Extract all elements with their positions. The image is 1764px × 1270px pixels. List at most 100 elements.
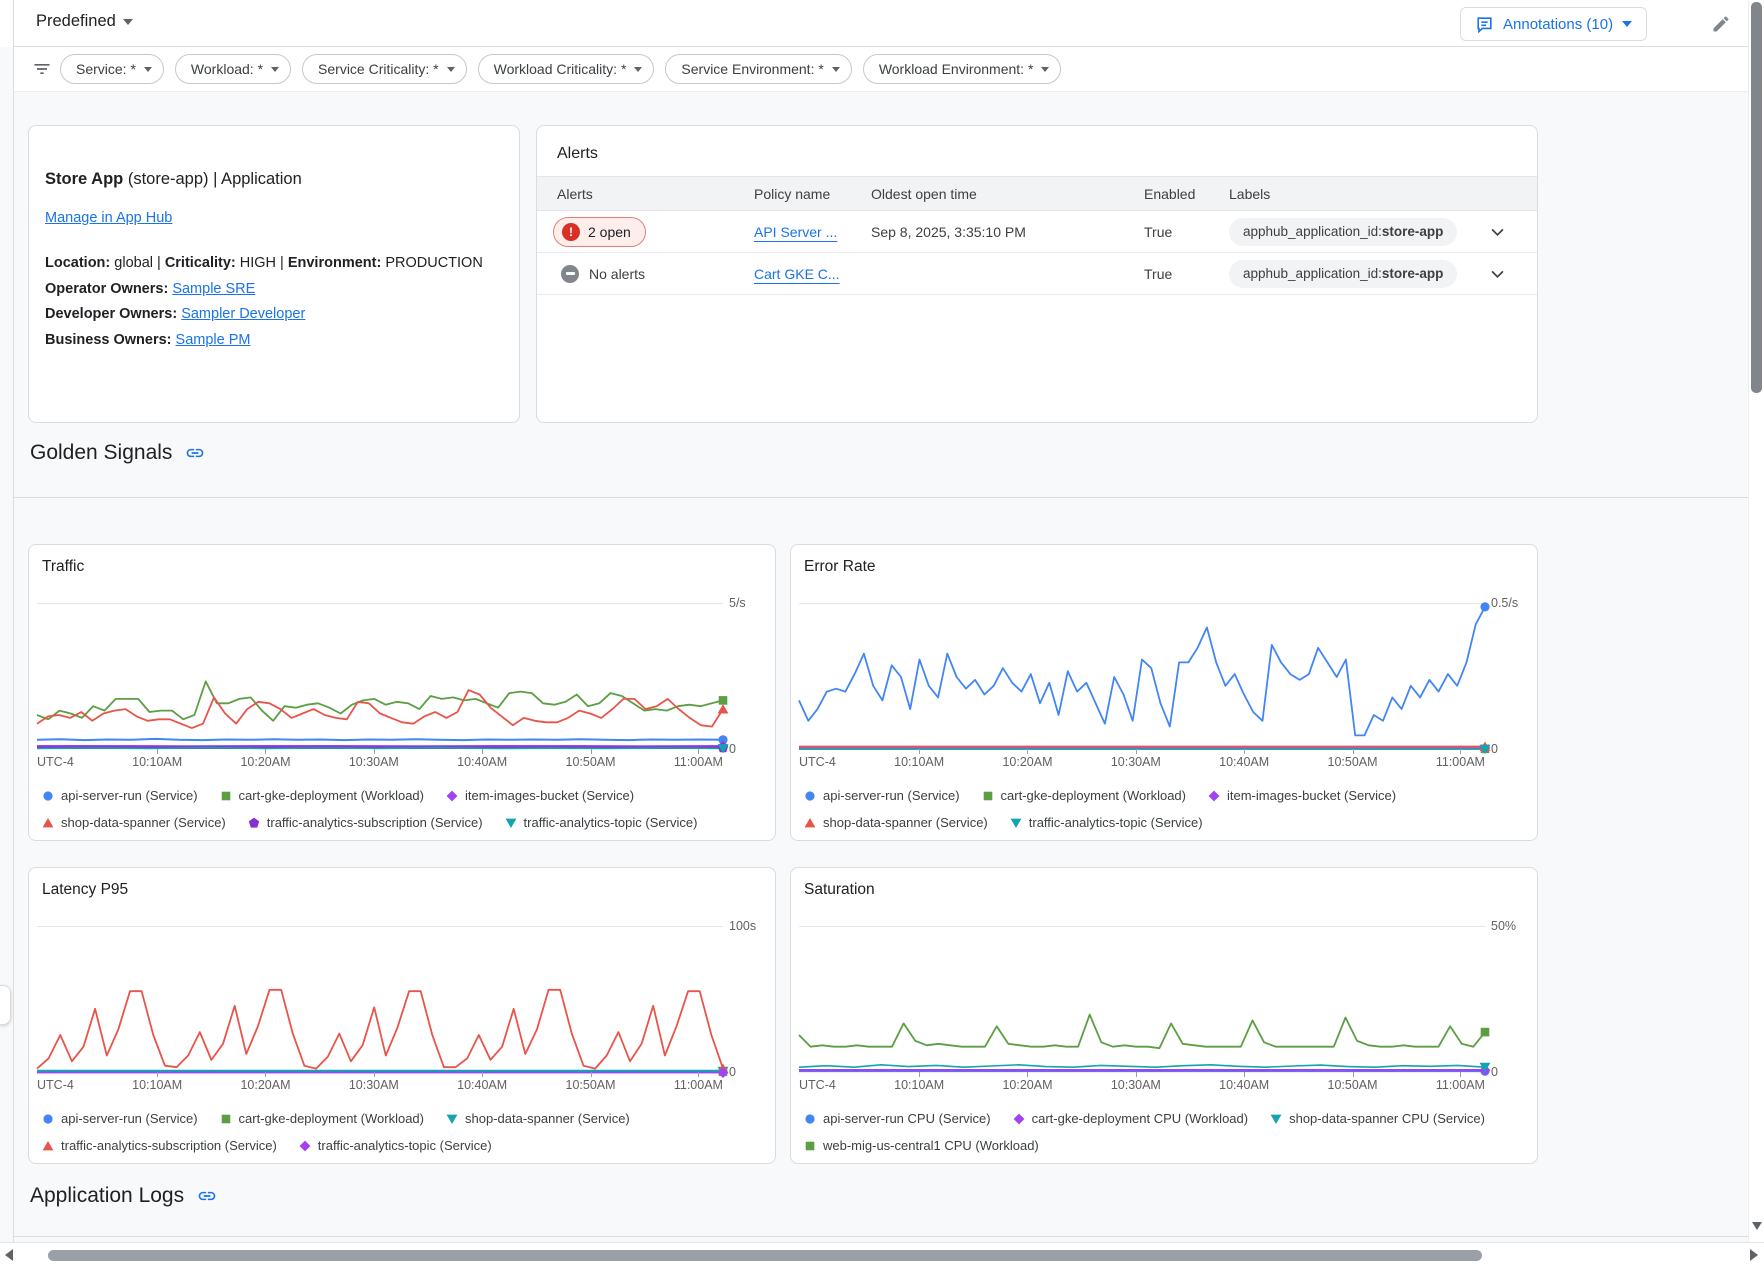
scroll-left-arrow-icon[interactable] [5, 1249, 13, 1261]
legend-label: api-server-run (Service) [823, 788, 960, 803]
x-axis-label: UTC-4 [37, 755, 74, 769]
legend-label: traffic-analytics-topic (Service) [524, 815, 698, 830]
x-axis-label: 11:00AM [674, 1078, 723, 1092]
business-owners-label: Business Owners: [45, 332, 176, 348]
legend-item[interactable]: shop-data-spanner (Service) [42, 815, 226, 830]
y-axis-zero-label: 0 [1491, 1065, 1498, 1079]
horizontal-scrollbar-thumb[interactable] [48, 1250, 1482, 1261]
legend-item[interactable]: traffic-analytics-subscription (Service) [248, 815, 483, 830]
legend-marker-square-icon [220, 1113, 232, 1125]
vertical-scrollbar-thumb[interactable] [1751, 2, 1762, 393]
legend-item[interactable]: api-server-run (Service) [42, 1111, 198, 1126]
legend-item[interactable]: traffic-analytics-topic (Service) [1010, 815, 1203, 830]
legend-item[interactable]: item-images-bucket (Service) [446, 788, 634, 803]
alert-status: No alerts [561, 265, 645, 283]
series-end-marker [718, 704, 729, 713]
x-axis-label: 10:40AM [457, 755, 507, 769]
legend-item[interactable]: cart-gke-deployment (Workload) [220, 788, 424, 803]
chart-legend: api-server-run (Service) cart-gke-deploym… [804, 782, 1396, 836]
chip-label: Workload Criticality: * [494, 61, 627, 77]
legend-item[interactable]: traffic-analytics-topic (Service) [299, 1138, 492, 1153]
scroll-right-arrow-icon[interactable] [1750, 1249, 1758, 1261]
y-axis-zero-label: 0 [1491, 742, 1498, 756]
filter-chip-service-criticality[interactable]: Service Criticality: * [302, 54, 467, 84]
legend-item[interactable]: shop-data-spanner CPU (Service) [1270, 1111, 1485, 1126]
expand-row-chevron[interactable] [1489, 265, 1506, 282]
view-selector-dropdown[interactable]: Predefined [36, 12, 133, 31]
legend-item[interactable]: cart-gke-deployment (Workload) [220, 1111, 424, 1126]
x-axis-label: 10:10AM [132, 755, 182, 769]
legend-marker-triangle-up-icon [804, 817, 816, 829]
filter-chip-service-environment[interactable]: Service Environment: * [665, 54, 851, 84]
legend-item[interactable]: api-server-run (Service) [42, 788, 198, 803]
edit-button[interactable] [1708, 11, 1734, 37]
filter-chip-workload-environment[interactable]: Workload Environment: * [863, 54, 1062, 84]
no-alerts-label: No alerts [589, 266, 645, 282]
legend-item[interactable]: shop-data-spanner (Service) [804, 815, 988, 830]
chart-lines [799, 927, 1485, 1073]
horizontal-scrollbar[interactable] [0, 1242, 1764, 1270]
legend-item[interactable]: web-mig-us-central1 CPU (Workload) [804, 1138, 1039, 1153]
chart-legend: api-server-run CPU (Service) cart-gke-dep… [804, 1105, 1485, 1159]
label-value: store-app [1382, 224, 1444, 239]
scroll-down-arrow-icon[interactable] [1752, 1222, 1762, 1230]
no-alerts-icon [561, 265, 579, 283]
legend-label: traffic-analytics-topic (Service) [318, 1138, 492, 1153]
x-axis-label: UTC-4 [799, 755, 836, 769]
chart-plot-area [799, 603, 1485, 749]
chart-title: Saturation [804, 881, 875, 899]
policy-name-link[interactable]: API Server ... [754, 224, 837, 240]
chip-label: Workload: * [191, 61, 263, 77]
y-axis-zero-label: 0 [729, 1065, 736, 1079]
chart-legend: api-server-run (Service) cart-gke-deploym… [42, 1105, 630, 1159]
legend-item[interactable]: api-server-run CPU (Service) [804, 1111, 991, 1126]
legend-item[interactable]: cart-gke-deployment (Workload) [982, 788, 1186, 803]
filter-chips: Service: * Workload: * Service Criticali… [60, 54, 1061, 84]
legend-marker-square-icon [982, 790, 994, 802]
legend-label: api-server-run (Service) [61, 788, 198, 803]
filter-chip-workload-criticality[interactable]: Workload Criticality: * [478, 54, 655, 84]
series-end-marker [1480, 602, 1489, 611]
filter-chip-workload[interactable]: Workload: * [175, 54, 291, 84]
panel-edge-handle[interactable] [0, 985, 11, 1025]
legend-label: traffic-analytics-subscription (Service) [61, 1138, 277, 1153]
legend-item[interactable]: traffic-analytics-topic (Service) [505, 815, 698, 830]
chevron-down-icon [634, 67, 642, 72]
y-axis-max-label: 5/s [729, 596, 746, 610]
legend-item[interactable]: cart-gke-deployment CPU (Workload) [1013, 1111, 1249, 1126]
application-name: Store App [45, 170, 123, 188]
x-axis-labels: UTC-410:10AM10:20AM10:30AM10:40AM10:50AM… [799, 755, 1485, 769]
manage-in-app-hub-link[interactable]: Manage in App Hub [45, 210, 172, 226]
label-chip: apphub_application_id: store-app [1229, 260, 1457, 288]
alerts-table: Alerts Policy name Oldest open time Enab… [537, 176, 1537, 295]
legend-item[interactable]: shop-data-spanner (Service) [446, 1111, 630, 1126]
chart-lines [37, 604, 723, 750]
business-owner-link[interactable]: Sample PM [176, 332, 251, 348]
developer-owner-link[interactable]: Sampler Developer [181, 306, 305, 322]
x-axis-label: 10:50AM [566, 755, 616, 769]
link-icon[interactable] [185, 443, 205, 463]
legend-marker-square-icon [220, 790, 232, 802]
application-logs-heading: Application Logs [30, 1184, 217, 1208]
legend-item[interactable]: item-images-bucket (Service) [1208, 788, 1396, 803]
link-icon[interactable] [197, 1186, 217, 1206]
x-axis-label: 11:00AM [1436, 755, 1485, 769]
legend-item[interactable]: traffic-analytics-subscription (Service) [42, 1138, 277, 1153]
annotations-button[interactable]: Annotations (10) [1460, 7, 1647, 41]
policy-name-link[interactable]: Cart GKE C... [754, 266, 840, 282]
operator-owner-link[interactable]: Sample SRE [172, 281, 255, 297]
expand-row-chevron[interactable] [1489, 223, 1506, 240]
business-owners-line: Business Owners: Sample PM [45, 328, 501, 354]
application-name-suffix: (store-app) | Application [123, 170, 302, 188]
legend-marker-triangle-down-icon [505, 817, 517, 829]
x-axis-label: 10:50AM [1328, 755, 1378, 769]
y-axis-zero-label: 0 [729, 742, 736, 756]
corner-spacer [0, 0, 13, 47]
legend-item[interactable]: api-server-run (Service) [804, 788, 960, 803]
filter-chip-service[interactable]: Service: * [60, 54, 164, 84]
application-info: Location: global | Criticality: HIGH | E… [45, 251, 501, 353]
chevron-down-icon [271, 67, 279, 72]
vertical-scrollbar[interactable] [1748, 0, 1764, 1242]
y-axis-max-label: 50% [1491, 919, 1516, 933]
chevron-down-icon [1489, 265, 1506, 282]
